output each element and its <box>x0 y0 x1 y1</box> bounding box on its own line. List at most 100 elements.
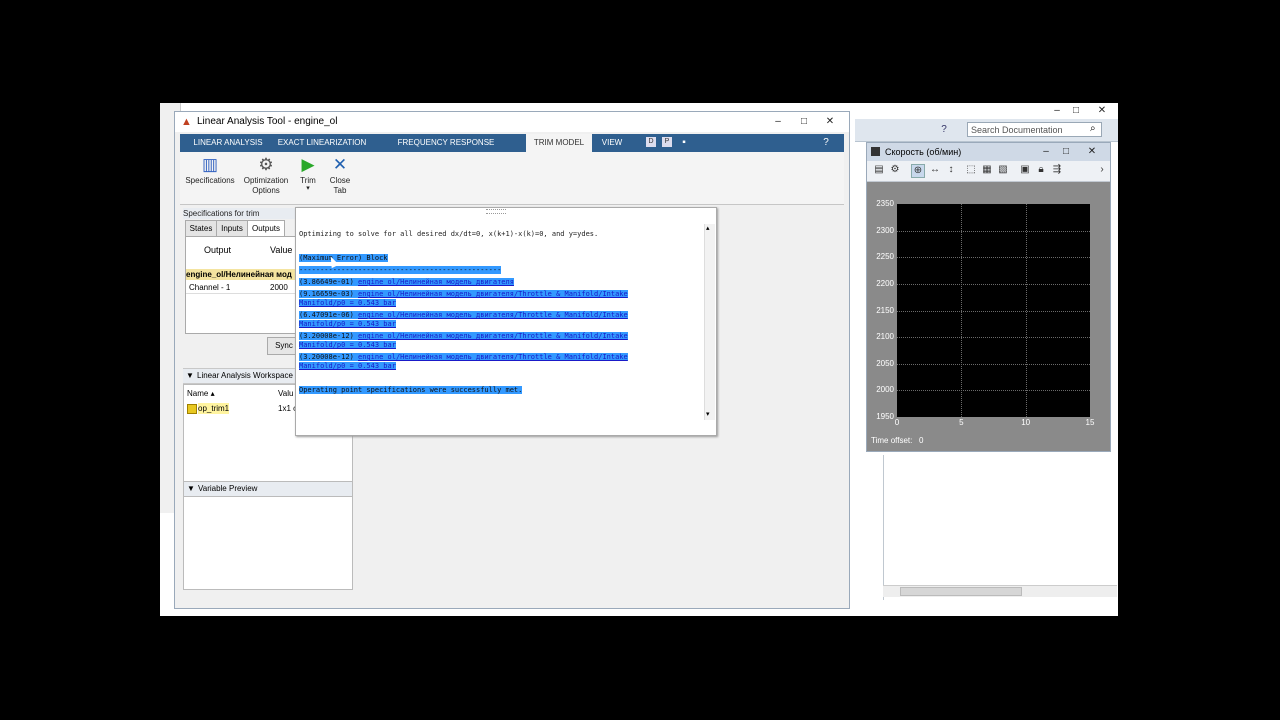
y-tick-label: 2300 <box>876 225 894 235</box>
background-window-titlebar: – □ ✕ <box>855 103 1118 119</box>
tab-view[interactable]: VIEW <box>594 134 630 152</box>
column-header-output: Output <box>204 245 232 255</box>
y-tick-label: 2250 <box>876 252 894 262</box>
optimization-options-button[interactable]: ⚙ Optimization Options <box>240 154 292 196</box>
floating-scope-icon[interactable]: ▣ <box>1019 164 1031 176</box>
time-offset-label: Time offset: <box>871 436 913 445</box>
scrollbar-thumb[interactable] <box>900 587 1022 596</box>
variable-preview-body <box>183 496 353 590</box>
figure-toolbar: ▤ ⚙ ⊕ ↔ ↕ ⬚ ▦ ▧ ▣ 🔒︎ ⇶ › <box>867 161 1110 182</box>
restore-axes-icon[interactable]: ▧ <box>997 164 1009 176</box>
specifications-icon: ▥ <box>201 155 219 174</box>
column-header-name[interactable]: Name ▴ <box>187 389 215 398</box>
grid-line-horizontal <box>897 230 1090 232</box>
chevron-right-icon[interactable]: › <box>1096 164 1108 176</box>
close-tab-button[interactable]: ✕ Close Tab <box>320 154 360 196</box>
help-icon[interactable]: ? <box>820 137 832 149</box>
y-tick-label: 1950 <box>876 412 894 421</box>
time-offset: Time offset: 0 <box>871 436 923 445</box>
tab-outputs[interactable]: Outputs <box>247 220 285 236</box>
gear-icon: ⚙ <box>258 155 274 174</box>
collapse-triangle-icon: ▼ <box>187 484 195 493</box>
column-header-value: Value <box>270 245 293 255</box>
grid-line-horizontal <box>897 363 1090 365</box>
y-tick-label: 2050 <box>876 358 894 368</box>
zoom-in-icon[interactable]: ⊕ <box>911 164 925 178</box>
grid-line-horizontal <box>897 390 1090 392</box>
workspace-title: Linear Analysis Workspace <box>197 371 293 380</box>
specifications-button[interactable]: ▥ Specifications <box>184 154 236 185</box>
log-line: (3.86649e-01) engine_ol/Нелинейная модел… <box>299 278 514 286</box>
close-icon[interactable]: ✕ <box>823 115 837 128</box>
variable-name: op_trim1 <box>198 403 230 414</box>
tab-states[interactable]: States <box>185 220 217 236</box>
maximize-icon[interactable]: □ <box>797 115 811 128</box>
zoom-x-icon[interactable]: ↔ <box>929 164 941 176</box>
close-icon[interactable]: ✕ <box>1085 145 1099 158</box>
column-header-value[interactable]: Valu <box>278 389 293 398</box>
save-icon[interactable]: ▪ <box>678 137 690 149</box>
help-icon[interactable]: ? <box>937 123 951 136</box>
variable-preview-header[interactable]: ▼ Variable Preview <box>183 481 353 497</box>
signal-selector-icon[interactable]: ⇶ <box>1051 164 1063 176</box>
log-line: (Maximum Error) Block <box>299 254 388 262</box>
background-panel <box>883 455 1118 600</box>
lock-icon[interactable]: 🔒︎ <box>1035 164 1047 176</box>
panel-icon[interactable]: P <box>662 137 672 147</box>
trim-log-text[interactable]: Optimizing to solve for all desired dx/d… <box>299 228 691 396</box>
parameters-icon[interactable]: ⚙ <box>889 164 901 176</box>
zoom-y-icon[interactable]: ↕ <box>945 164 957 176</box>
tab-frequency-response-estimation[interactable]: FREQUENCY RESPONSE ESTIMATION <box>376 134 516 165</box>
scroll-up-icon[interactable]: ▴ <box>706 224 710 232</box>
y-tick-label: 2150 <box>876 305 894 315</box>
grid-line-horizontal <box>897 257 1090 259</box>
minimize-icon[interactable]: – <box>1050 104 1064 117</box>
plot-area: 0 5 10 15 2350 2300 2250 2200 2150 2100 2050 2000 19… <box>876 199 1094 427</box>
specifications-tabs: States Inputs Outputs <box>185 220 305 236</box>
table-row[interactable]: Channel - 1 2000 <box>186 282 304 294</box>
trim-progress-dialog: Optimizing to solve for all desired dx/d… <box>295 207 717 436</box>
tab-linear-analysis[interactable]: LINEAR ANALYSIS <box>186 134 270 152</box>
x-tick-label: 10 <box>1021 418 1031 427</box>
grid-line-horizontal <box>897 310 1090 312</box>
save-axes-icon[interactable]: ▦ <box>981 164 993 176</box>
grid-line-horizontal <box>897 283 1090 285</box>
dock-icon[interactable]: D <box>646 137 656 147</box>
collapse-triangle-icon: ▼ <box>186 371 194 380</box>
tab-trim-model[interactable]: TRIM MODEL <box>526 134 592 152</box>
minimize-icon[interactable]: – <box>1039 145 1053 158</box>
x-tick-label: 15 <box>1085 418 1095 427</box>
grip-handle[interactable] <box>486 209 506 214</box>
y-tick-label: 2000 <box>876 385 894 395</box>
specifications-label: Specifications <box>185 176 235 185</box>
log-line: Operating point specifications were succ… <box>299 386 523 394</box>
log-line: Optimizing to solve for all desired dx/d… <box>299 230 599 238</box>
close-icon[interactable]: ✕ <box>1095 104 1109 117</box>
search-icon[interactable]: ⌕ <box>1090 123 1096 134</box>
tab-exact-linearization[interactable]: EXACT LINEARIZATION <box>276 134 368 152</box>
y-tick-label: 2200 <box>876 278 894 288</box>
block-row[interactable]: engine_ol/Нелинейная мод <box>186 269 304 280</box>
channel-value[interactable]: 2000 <box>270 282 288 293</box>
minimize-icon[interactable]: – <box>771 115 785 128</box>
app-title: Linear Analysis Tool - engine_ol <box>197 116 338 127</box>
scope-figure-window: Скорость (об/мин) – □ ✕ ▤ ⚙ ⊕ ↔ ↕ ⬚ ▦ ▧ … <box>866 142 1111 452</box>
y-tick-label: 2100 <box>876 332 894 342</box>
figure-title: Скорость (об/мин) <box>885 147 962 157</box>
maximize-icon[interactable]: □ <box>1059 145 1073 158</box>
app-titlebar: ▲ Linear Analysis Tool - engine_ol – □ ✕ <box>175 112 849 132</box>
figure-body: 0 5 10 15 2350 2300 2250 2200 2150 2100 2050 2000 19… <box>867 182 1110 451</box>
block-link[interactable]: engine_ol/Нелинейная модель двигателя <box>358 278 514 286</box>
autoscale-icon[interactable]: ⬚ <box>965 164 977 176</box>
log-line: Manifold/p0 = 0.543 bar <box>299 341 396 349</box>
print-icon[interactable]: ▤ <box>873 164 885 176</box>
close-tab-label: Close Tab <box>329 176 351 195</box>
vertical-scrollbar[interactable]: ▴ ▾ <box>704 224 715 420</box>
variable-icon <box>187 404 197 414</box>
tab-inputs[interactable]: Inputs <box>216 220 248 236</box>
search-documentation-input[interactable]: Search Documentation <box>967 122 1102 137</box>
maximize-icon[interactable]: □ <box>1069 104 1083 117</box>
scroll-down-icon[interactable]: ▾ <box>706 410 710 418</box>
time-offset-value: 0 <box>919 436 924 445</box>
